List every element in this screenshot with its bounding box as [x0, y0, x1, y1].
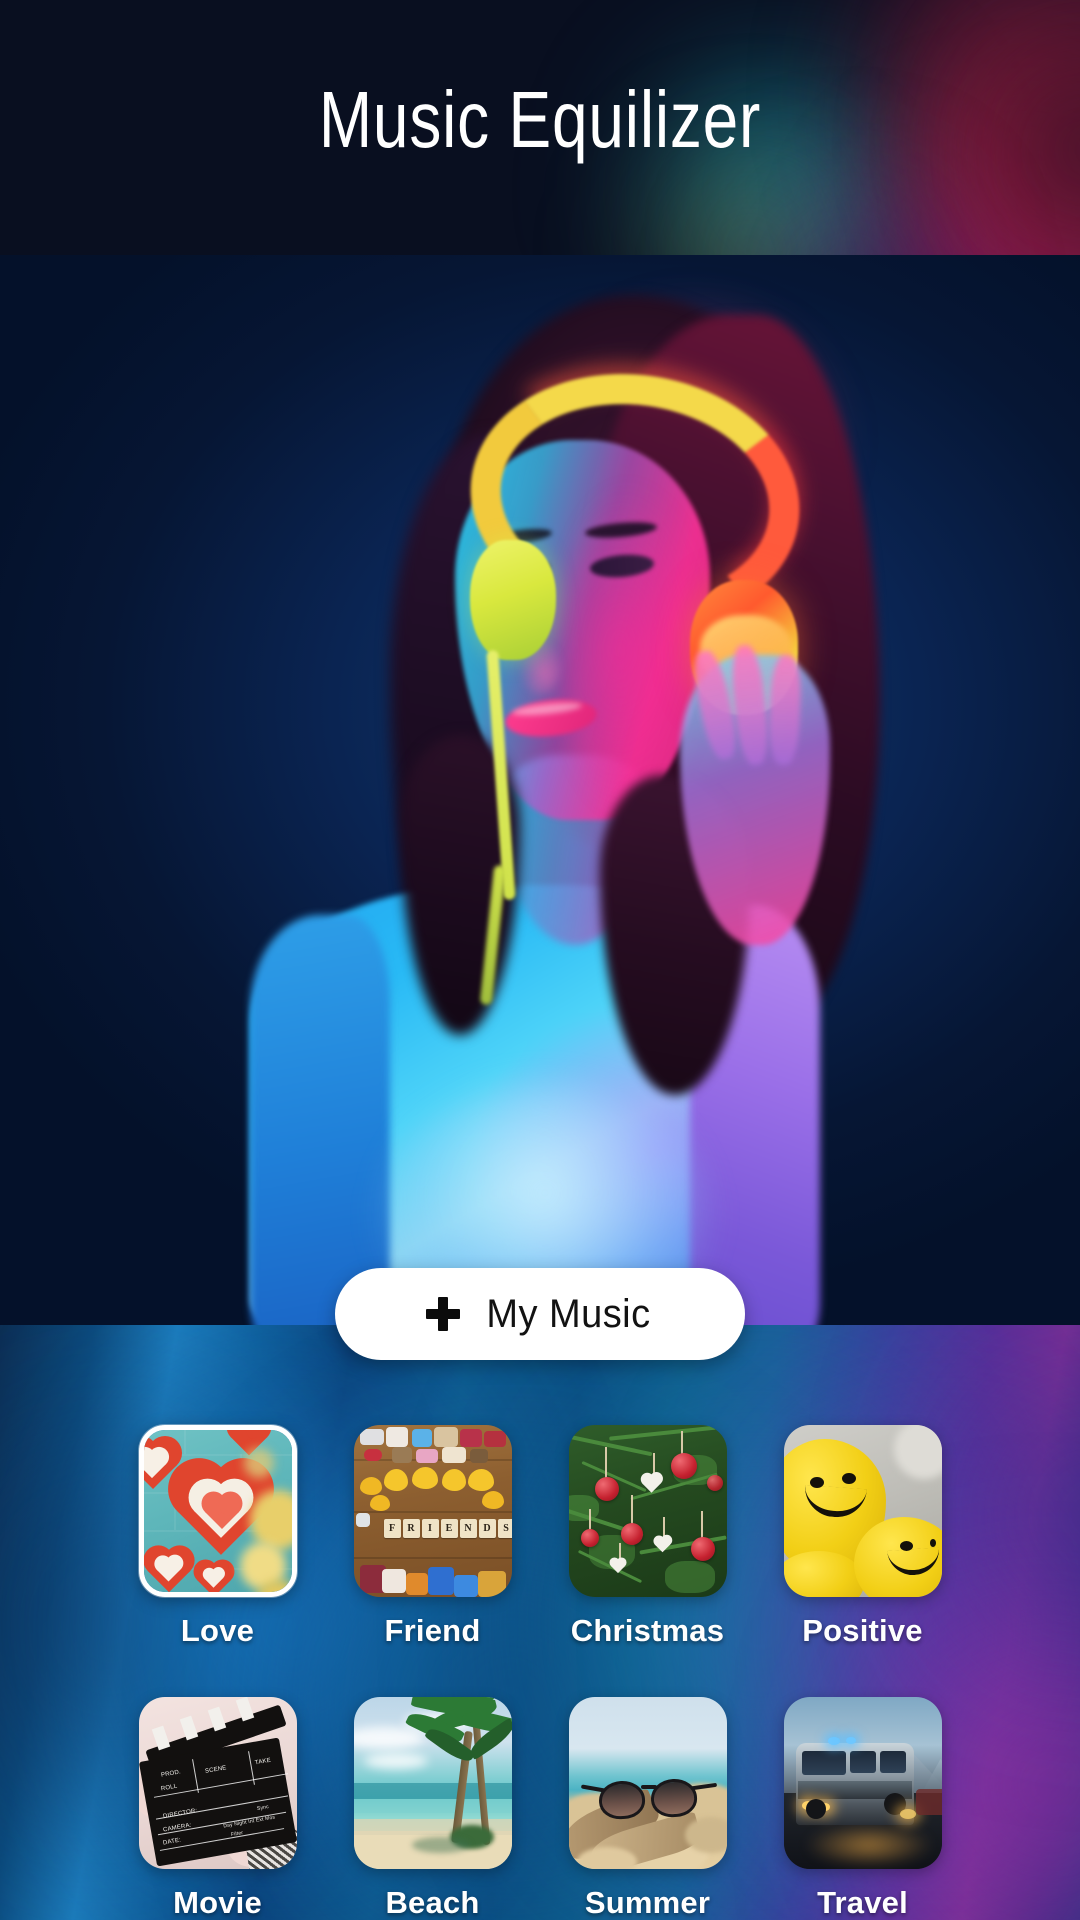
page-title: Music Equilizer: [318, 74, 762, 164]
category-item-positive[interactable]: Positive: [755, 1425, 970, 1649]
hearts-on-wall-thumbnail[interactable]: [138, 1425, 297, 1597]
category-item-christmas[interactable]: Christmas: [540, 1425, 755, 1649]
category-label: Summer: [584, 1885, 711, 1920]
hero-photo: [0, 255, 1080, 1325]
clapperboard-thumbnail[interactable]: PROD. ROLL SCENE TAKE DIRECTOR: CAMERA: …: [138, 1697, 297, 1869]
scrabble-tile: D: [478, 1519, 496, 1538]
scrabble-tile: E: [440, 1519, 458, 1538]
my-music-label: My Music: [485, 1291, 651, 1336]
my-music-button[interactable]: My Music: [335, 1268, 745, 1360]
smiley-balloons-thumbnail[interactable]: [783, 1425, 942, 1597]
category-label: Positive: [802, 1613, 923, 1648]
category-label: Beach: [385, 1885, 480, 1920]
category-label: Travel: [817, 1885, 908, 1920]
tour-bus-thumbnail[interactable]: [783, 1697, 942, 1869]
category-label: Movie: [173, 1885, 262, 1920]
plus-icon: [425, 1297, 460, 1331]
palm-beach-thumbnail[interactable]: [353, 1697, 512, 1869]
app-header: Music Equilizer: [0, 0, 1080, 255]
scrabble-tile: S: [497, 1519, 512, 1538]
headphone-cup-left: [470, 540, 556, 660]
app-root: Music Equilizer My Music Love F R I E N …: [0, 0, 1080, 1920]
category-item-summer[interactable]: Summer: [540, 1697, 755, 1920]
category-label: Love: [180, 1613, 255, 1648]
scrabble-tile: I: [421, 1519, 439, 1538]
category-item-travel[interactable]: Travel: [755, 1697, 970, 1920]
category-grid: Love F R I E N D S Friend Christmas Posi…: [0, 1425, 1080, 1920]
friends-scrabble-thumbnail[interactable]: F R I E N D S: [353, 1425, 512, 1597]
hero-sleeve-left: [250, 915, 390, 1325]
category-item-love[interactable]: Love: [110, 1425, 325, 1649]
christmas-tree-thumbnail[interactable]: [568, 1425, 727, 1597]
category-label: Christmas: [570, 1613, 725, 1648]
category-item-movie[interactable]: PROD. ROLL SCENE TAKE DIRECTOR: CAMERA: …: [110, 1697, 325, 1920]
scrabble-tile: F: [383, 1519, 401, 1538]
sunglasses-sand-thumbnail[interactable]: [568, 1697, 727, 1869]
category-label: Friend: [384, 1613, 481, 1648]
category-item-friend[interactable]: F R I E N D S Friend: [325, 1425, 540, 1649]
category-item-beach[interactable]: Beach: [325, 1697, 540, 1920]
scrabble-tile: N: [459, 1519, 477, 1538]
scrabble-tile: R: [402, 1519, 420, 1538]
